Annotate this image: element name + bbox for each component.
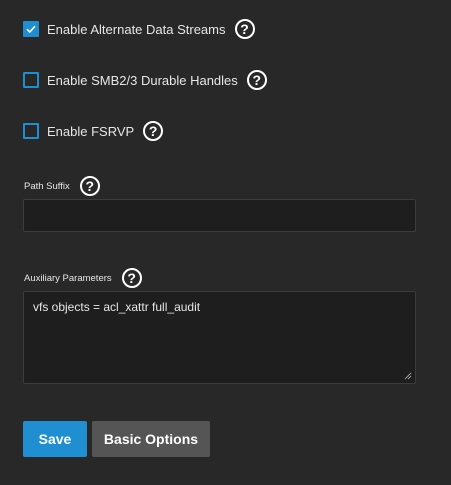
help-icon[interactable]: ? [143, 121, 164, 141]
save-button[interactable]: Save [23, 421, 87, 457]
durable-handles-label[interactable]: Enable SMB2/3 Durable Handles [47, 73, 238, 88]
durable-handles-checkbox[interactable] [23, 72, 39, 88]
path-suffix-label: Path Suffix [24, 180, 70, 192]
auxiliary-parameters-label-row: Auxiliary Parameters ? [24, 268, 142, 288]
alternate-data-streams-row: Enable Alternate Data Streams ? [23, 19, 255, 39]
auxiliary-parameters-value: vfs objects = acl_xattr full_audit [33, 300, 201, 314]
fsrvp-label[interactable]: Enable FSRVP [47, 124, 134, 139]
check-icon [26, 25, 36, 34]
path-suffix-label-row: Path Suffix ? [24, 176, 100, 196]
durable-handles-row: Enable SMB2/3 Durable Handles ? [23, 70, 267, 90]
auxiliary-parameters-textarea[interactable]: vfs objects = acl_xattr full_audit [23, 291, 416, 384]
fsrvp-checkbox[interactable] [23, 123, 39, 139]
alternate-data-streams-label[interactable]: Enable Alternate Data Streams [47, 22, 226, 37]
resize-grip-icon[interactable] [404, 372, 412, 380]
alternate-data-streams-checkbox[interactable] [23, 21, 39, 37]
fsrvp-row: Enable FSRVP ? [23, 121, 164, 141]
help-icon[interactable]: ? [234, 19, 255, 39]
path-suffix-input[interactable] [23, 199, 416, 232]
help-icon[interactable]: ? [246, 70, 267, 90]
basic-options-button[interactable]: Basic Options [92, 421, 210, 457]
auxiliary-parameters-label: Auxiliary Parameters [24, 272, 112, 284]
help-icon[interactable]: ? [121, 268, 142, 288]
help-icon[interactable]: ? [79, 176, 100, 196]
smb-advanced-options-form: Enable Alternate Data Streams ? Enable S… [0, 0, 451, 485]
